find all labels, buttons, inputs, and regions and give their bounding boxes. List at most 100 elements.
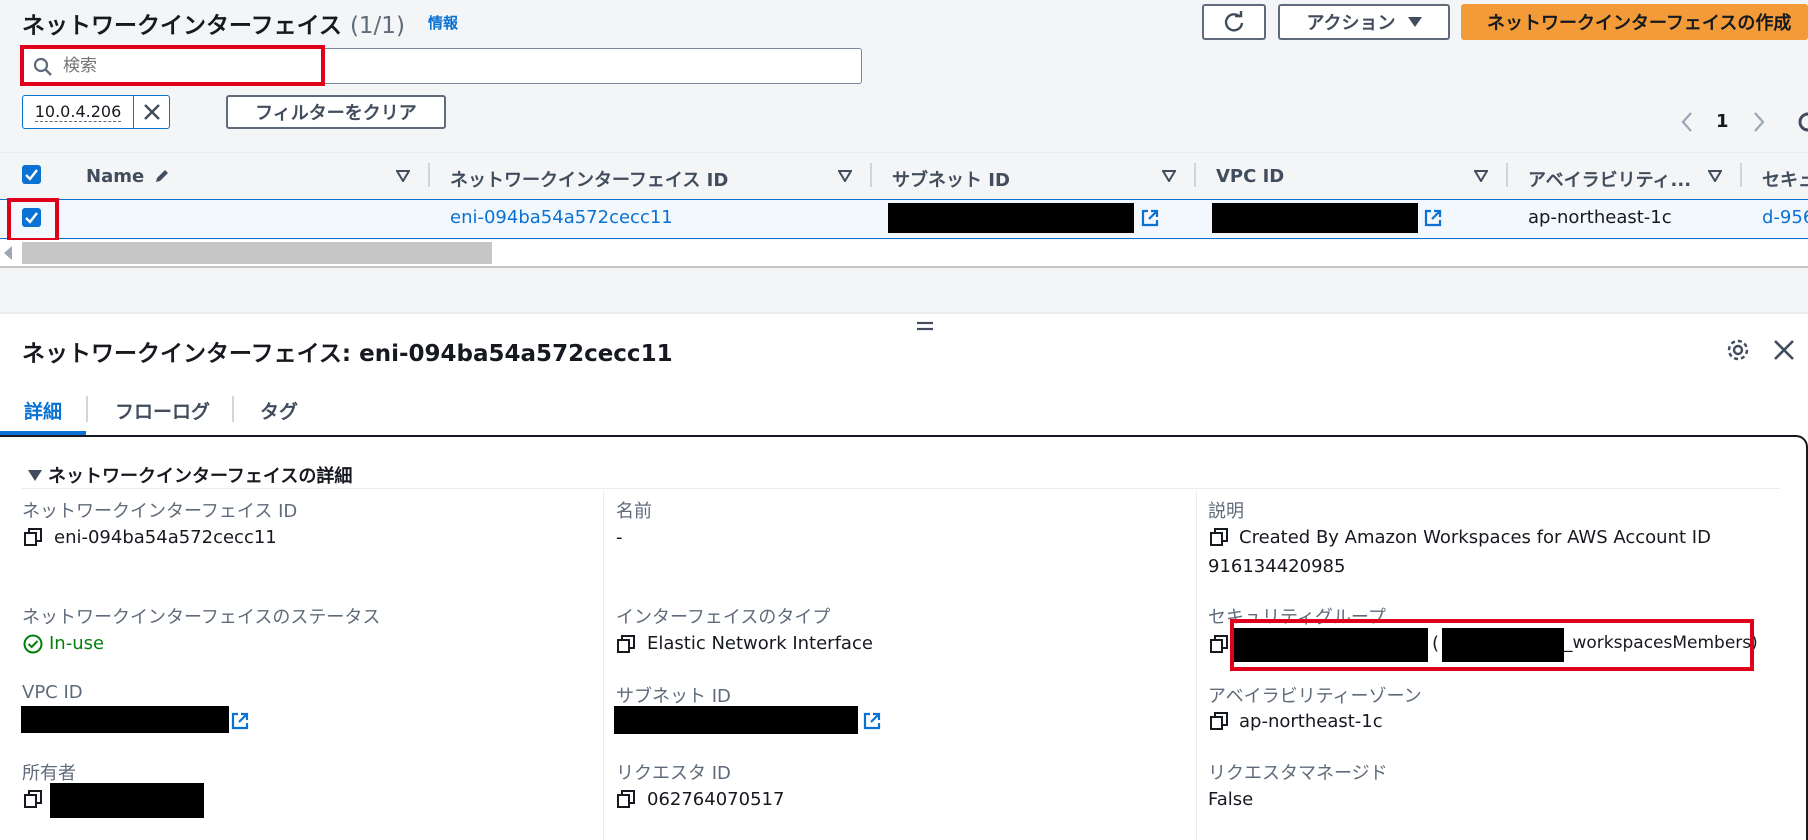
status-label: ネットワークインターフェイスのステータス [22,607,381,628]
column-header-security-group[interactable]: セキュ [1762,166,1808,192]
actions-button[interactable]: アクション [1278,4,1450,40]
vpc-id-label: VPC ID [22,682,83,703]
tab-separator [232,396,234,422]
column-header-name-label: Name [86,166,145,187]
column-divider [1196,492,1197,840]
subnet-id-label: サブネット ID [616,686,731,707]
copy-icon[interactable] [1210,712,1228,730]
refresh-button[interactable] [1202,4,1266,40]
close-icon [143,104,160,120]
tab-separator [86,396,88,422]
row-security-group-link[interactable]: d-956 [1762,207,1808,228]
list-bottom-border [0,266,1808,268]
column-header-eni-id[interactable]: ネットワークインターフェイス ID [450,166,728,192]
copy-icon[interactable] [617,635,635,653]
requester-managed-value: False [1208,789,1254,810]
column-header-subnet-id[interactable]: サブネット ID [892,166,1010,192]
row-eni-id-link[interactable]: eni-094ba54a572cecc11 [450,207,673,228]
requester-id-value: 062764070517 [647,789,785,810]
copy-icon[interactable] [24,790,42,808]
redacted-subnet-id [888,203,1134,233]
column-resizer[interactable] [428,163,430,187]
copy-icon[interactable] [24,528,42,546]
column-divider [603,492,604,840]
detail-panel-title: ネットワークインターフェイス: eni-094ba54a572cecc11 [22,341,673,367]
table-top-border [0,152,1808,153]
security-group-highlight-box [1230,619,1754,671]
column-header-vpc-id[interactable]: VPC ID [1216,166,1284,187]
external-link-icon[interactable] [1423,208,1443,228]
previous-page-icon[interactable] [1680,111,1694,133]
interface-type-label: インターフェイスのタイプ [616,607,831,628]
drag-handle-icon[interactable] [916,320,934,332]
sort-caret-icon[interactable] [838,170,852,182]
details-section-title: ネットワークインターフェイスの詳細 [48,466,353,487]
details-section-header[interactable]: ネットワークインターフェイスの詳細 [28,462,352,488]
redacted-subnet-id-value [614,706,858,734]
availability-zone-value: ap-northeast-1c [1239,711,1383,732]
sort-caret-icon[interactable] [1474,170,1488,182]
description-value-line2: 916134420985 [1208,556,1346,577]
scroll-left-icon[interactable] [4,246,14,260]
info-link[interactable]: 情報 [428,12,458,33]
network-interfaces-list-panel: ネットワークインターフェイス (1/1) 情報 アクション ネットワークインター… [0,0,1808,312]
name-value: - [616,527,623,548]
eni-id-label: ネットワークインターフェイス ID [22,501,298,522]
select-all-checkbox[interactable] [22,165,41,184]
availability-zone-label: アベイラビリティーゾーン [1208,686,1422,707]
column-header-name[interactable]: Name [86,166,170,187]
description-label: 説明 [1208,501,1244,522]
filter-token-value[interactable]: 10.0.4.206 [23,96,134,128]
redacted-vpc-id [1212,203,1418,233]
success-check-circle-icon [23,634,43,654]
external-link-icon[interactable] [1140,208,1160,228]
filter-token: 10.0.4.206 [22,95,170,129]
check-icon [25,169,38,181]
remove-filter-button[interactable] [134,96,169,128]
section-divider [22,488,1780,489]
eni-id-value: eni-094ba54a572cecc11 [54,527,277,548]
column-resizer[interactable] [1194,163,1196,187]
tab-details[interactable]: 詳細 [24,397,62,424]
description-value-line1: Created By Amazon Workspaces for AWS Acc… [1239,527,1711,548]
copy-icon[interactable] [1210,528,1228,546]
close-icon[interactable] [1773,339,1795,361]
redacted-owner-value [50,783,204,818]
actions-label: アクション [1306,13,1396,34]
clear-filters-button[interactable]: フィルターをクリア [226,95,446,129]
page-title-text: ネットワークインターフェイス [22,13,342,39]
preferences-gear-icon[interactable] [1796,110,1808,134]
refresh-icon [1224,11,1244,32]
external-link-icon[interactable] [230,711,250,731]
caret-down-icon [28,470,42,481]
caret-down-icon [1407,17,1422,27]
row-checkbox-highlight-box [7,198,59,242]
name-label: 名前 [616,501,652,522]
row-availability-zone: ap-northeast-1c [1528,207,1672,228]
search-highlight-box [20,45,325,86]
current-page[interactable]: 1 [1716,111,1729,132]
split-panel-divider [0,312,1808,314]
horizontal-scrollbar-thumb[interactable] [22,242,492,264]
tab-tags[interactable]: タグ [260,397,298,424]
status-value: In-use [49,633,105,654]
copy-icon[interactable] [617,790,635,808]
copy-icon[interactable] [1210,635,1228,653]
column-resizer[interactable] [1506,163,1508,187]
owner-label: 所有者 [22,763,76,784]
sort-caret-icon[interactable] [1708,170,1722,182]
create-network-interface-button[interactable]: ネットワークインターフェイスの作成 [1461,4,1808,40]
external-link-icon[interactable] [862,711,882,731]
edit-pencil-icon [156,170,169,182]
filter-token-text: 10.0.4.206 [34,102,122,122]
column-resizer[interactable] [1740,163,1742,187]
next-page-icon[interactable] [1752,111,1766,133]
sort-caret-icon[interactable] [396,170,410,182]
sort-caret-icon[interactable] [1162,170,1176,182]
gear-icon[interactable] [1726,338,1750,362]
column-resizer[interactable] [870,163,872,187]
column-header-availability-zone[interactable]: アベイラビリティ... [1528,166,1691,192]
requester-managed-label: リクエスタマネージド [1208,763,1388,784]
redacted-vpc-id-value [21,706,229,733]
tab-flow-logs[interactable]: フローログ [115,397,210,424]
